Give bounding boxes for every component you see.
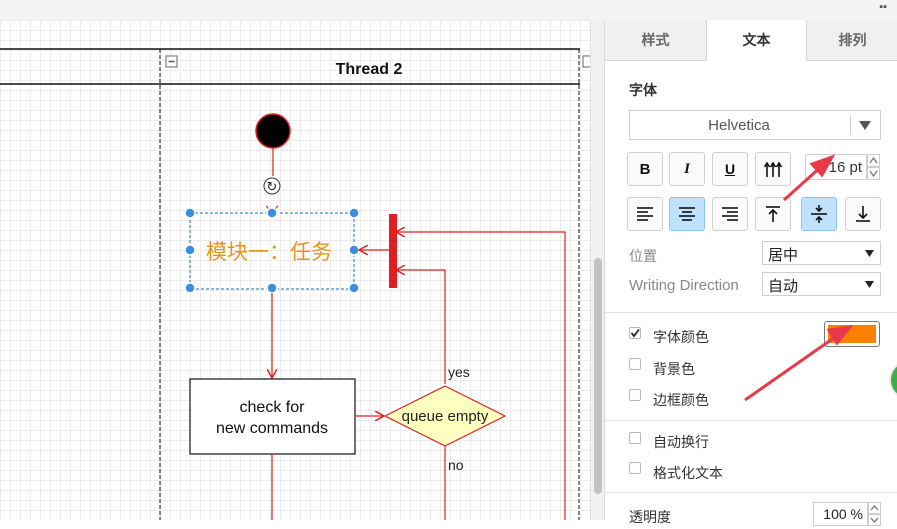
- decision-label: queue empty: [402, 408, 489, 425]
- opacity-stepper[interactable]: [868, 502, 881, 526]
- diagram-svg: Thread 2 ↻ 模块一：任务 check for new commands: [0, 48, 590, 520]
- section-divider: [605, 312, 897, 313]
- font-color-swatch[interactable]: [824, 321, 880, 347]
- align-center-button[interactable]: [669, 197, 705, 231]
- align-middle-button[interactable]: [801, 197, 837, 231]
- font-family-value: Helvetica: [708, 117, 770, 134]
- align-bottom-icon: [856, 206, 870, 222]
- font-section-label: 字体: [629, 82, 657, 98]
- font-color-fill: [828, 325, 876, 343]
- top-toolbar: ▪▪: [0, 0, 897, 21]
- writing-direction-select[interactable]: 自动: [762, 272, 881, 296]
- start-node[interactable]: [255, 113, 291, 149]
- position-label: 位置: [629, 248, 657, 264]
- background-color-checkbox[interactable]: [629, 358, 641, 370]
- tab-arrange[interactable]: 排列: [807, 20, 897, 61]
- rotate-handle-icon[interactable]: ↻: [263, 177, 281, 195]
- italic-button[interactable]: I: [669, 152, 705, 186]
- bold-button[interactable]: B: [627, 152, 663, 186]
- border-color-label: 边框颜色: [653, 392, 709, 408]
- background-color-label: 背景色: [653, 361, 695, 377]
- stepper-arrows-icon: [867, 154, 880, 180]
- canvas-scrollbar[interactable]: [590, 20, 605, 520]
- align-bottom-button[interactable]: [845, 197, 881, 231]
- yes-label: yes: [448, 364, 470, 380]
- lane-title: Thread 2: [336, 61, 403, 78]
- position-select[interactable]: 居中: [762, 241, 881, 265]
- writing-direction-label: Writing Direction: [629, 277, 739, 294]
- edge-yes-to-join: [397, 270, 446, 384]
- align-right-icon: [722, 207, 738, 221]
- stepper-arrows-icon: [868, 502, 881, 526]
- chevron-down-icon: [859, 121, 871, 130]
- underline-button[interactable]: U: [712, 152, 748, 186]
- opacity-label: 透明度: [629, 509, 671, 525]
- align-center-icon: [679, 207, 695, 221]
- align-middle-icon: [811, 205, 827, 223]
- opacity-input[interactable]: 100 %: [813, 502, 868, 526]
- formatted-text-label: 格式化文本: [653, 465, 723, 481]
- align-top-button[interactable]: [755, 197, 791, 231]
- align-right-button[interactable]: [712, 197, 748, 231]
- font-size-input[interactable]: 16 pt: [805, 154, 867, 180]
- check-box-line1: check for: [240, 399, 306, 416]
- position-value: 居中: [768, 247, 799, 264]
- font-color-label: 字体颜色: [653, 329, 709, 345]
- collapse-lane-button[interactable]: [165, 55, 178, 68]
- edge-loop-right: [397, 232, 566, 520]
- align-left-icon: [637, 207, 653, 221]
- svg-text:↻: ↻: [267, 180, 278, 195]
- scrollbar-thumb[interactable]: [594, 258, 602, 494]
- section-divider: [605, 420, 897, 421]
- word-wrap-label: 自动换行: [653, 434, 709, 450]
- task-box-label[interactable]: 模块一：任务: [206, 240, 332, 264]
- word-wrap-checkbox[interactable]: [629, 432, 641, 444]
- align-top-icon: [766, 206, 780, 222]
- chevron-down-icon: [865, 281, 874, 288]
- chevron-down-icon: [865, 250, 874, 257]
- floating-action-button[interactable]: [889, 360, 897, 400]
- vertical-text-icon: [763, 161, 783, 177]
- vertical-text-button[interactable]: [755, 152, 791, 186]
- join-bar[interactable]: [389, 214, 397, 288]
- collapse-next-lane-button[interactable]: [582, 55, 590, 68]
- check-box-line2: new commands: [216, 420, 328, 437]
- check-box-node[interactable]: [189, 378, 356, 455]
- select-divider: [850, 115, 851, 135]
- font-size-stepper[interactable]: [867, 154, 880, 180]
- no-label: no: [448, 457, 464, 473]
- panel-tabs: 样式 文本 排列: [605, 20, 897, 62]
- format-panel: 样式 文本 排列 字体 Helvetica B I U 16 pt 位置 居中 …: [604, 20, 897, 526]
- align-left-button[interactable]: [627, 197, 663, 231]
- font-size-value: 16 pt: [828, 159, 862, 176]
- section-divider: [605, 492, 897, 493]
- window-controls-icon[interactable]: ▪▪: [879, 1, 887, 13]
- checkmark-icon: [630, 328, 640, 338]
- formatted-text-checkbox[interactable]: [629, 462, 641, 474]
- diagram-canvas[interactable]: Thread 2 ↻ 模块一：任务 check for new commands: [0, 20, 590, 520]
- tab-style[interactable]: 样式: [605, 20, 707, 61]
- font-color-checkbox[interactable]: [629, 327, 641, 339]
- border-color-checkbox[interactable]: [629, 389, 641, 401]
- tab-text[interactable]: 文本: [707, 20, 807, 61]
- font-family-select[interactable]: Helvetica: [629, 110, 881, 140]
- writing-direction-value: 自动: [768, 278, 799, 295]
